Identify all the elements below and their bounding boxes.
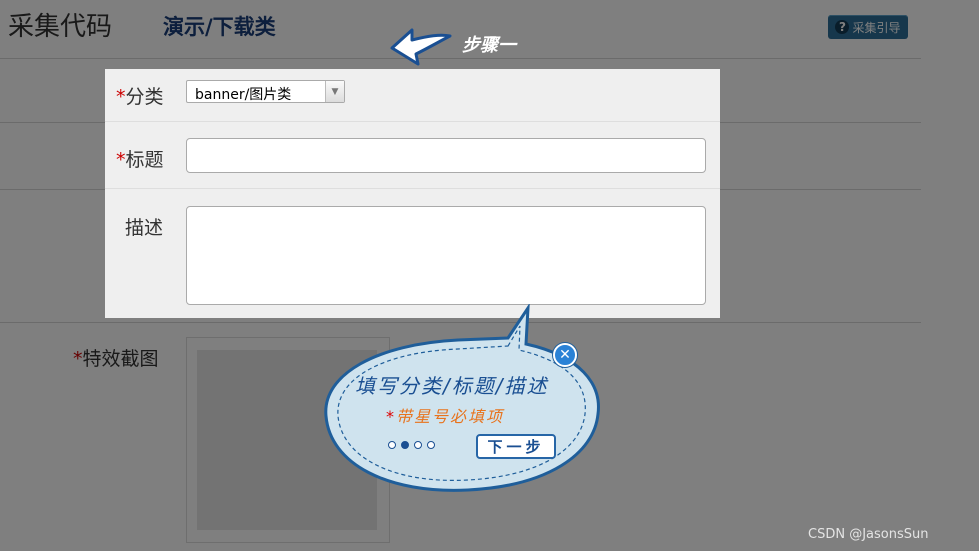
title-input[interactable] (186, 138, 706, 173)
tour-instruction: 填写分类/标题/描述 (355, 374, 549, 398)
divider (105, 121, 720, 122)
next-step-button[interactable]: 下一步 (476, 434, 556, 459)
description-label: 描述 (125, 217, 164, 239)
category-select[interactable]: banner/图片类 ▼ (186, 80, 345, 103)
step-label: 步骤一 (462, 35, 516, 56)
tour-dot[interactable] (427, 441, 435, 449)
title-field-label: *标题 (116, 149, 164, 171)
required-mark: * (116, 149, 126, 171)
category-select-value: banner/图片类 (195, 87, 292, 103)
description-textarea[interactable] (186, 206, 706, 305)
tour-dot[interactable] (414, 441, 422, 449)
required-mark: * (386, 407, 396, 426)
step-arrow-icon (390, 28, 452, 66)
chevron-down-icon: ▼ (325, 81, 344, 102)
tour-hint: *带星号必填项 (386, 407, 505, 426)
tour-speech-bubble (324, 304, 600, 492)
divider (105, 188, 720, 189)
tour-pagination (388, 441, 435, 449)
watermark: CSDN @JasonsSun (808, 527, 929, 542)
tour-dot-active[interactable] (401, 441, 409, 449)
tour-dot[interactable] (388, 441, 396, 449)
close-icon[interactable]: ✕ (553, 343, 577, 367)
category-label: *分类 (116, 86, 164, 108)
tour-highlight-region: *分类 banner/图片类 ▼ *标题 描述 (105, 69, 720, 318)
required-mark: * (116, 86, 126, 108)
